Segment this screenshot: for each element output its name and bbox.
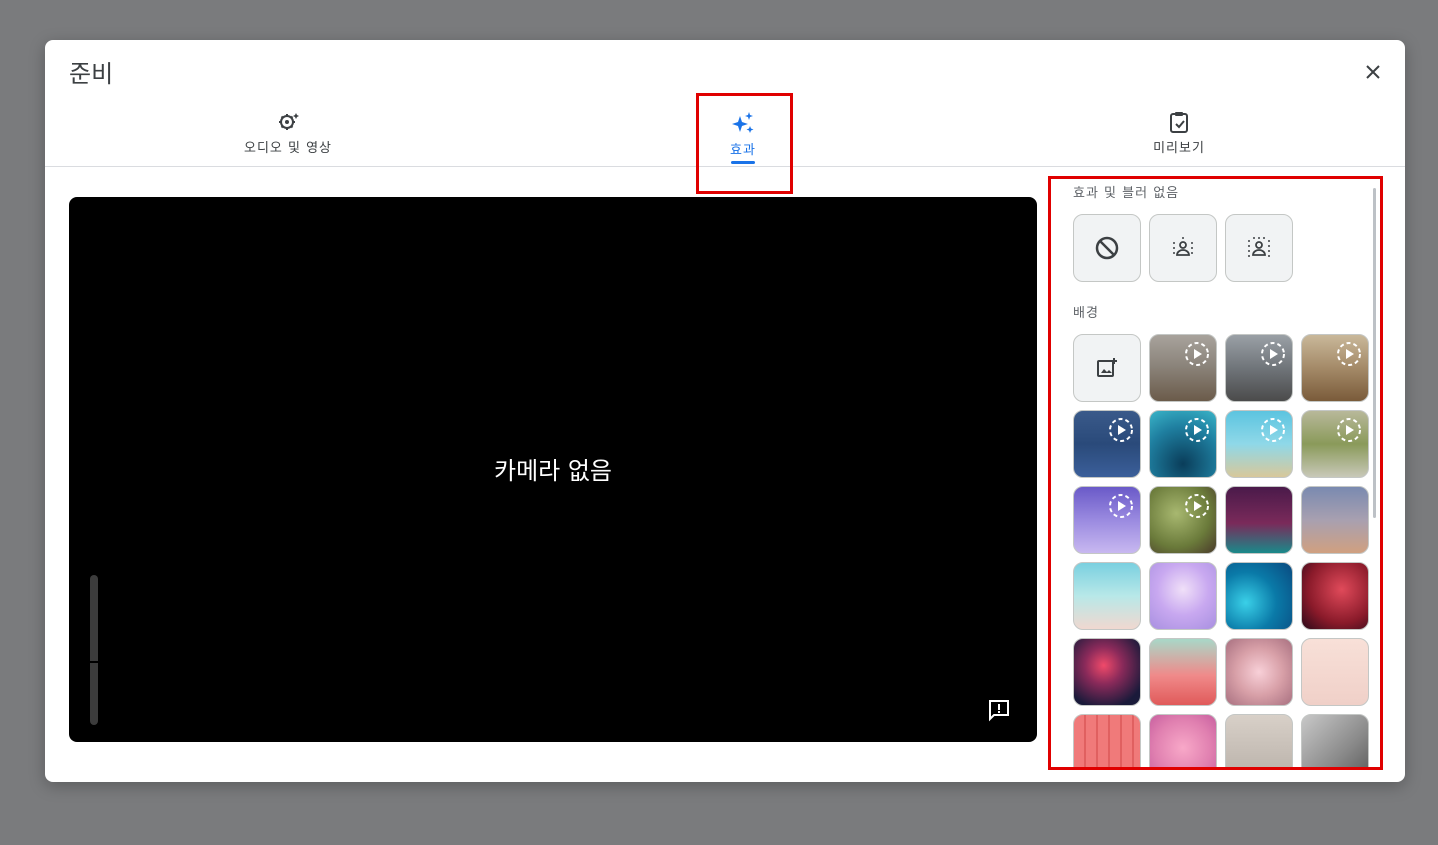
background-tile[interactable]	[1301, 410, 1369, 478]
no-effect-icon	[1095, 236, 1119, 260]
animated-play-icon	[1185, 494, 1209, 518]
background-tile[interactable]	[1301, 334, 1369, 402]
audio-level-meter	[90, 575, 98, 725]
background-tile[interactable]	[1149, 486, 1217, 554]
audio-video-settings-icon	[279, 113, 299, 130]
prepare-dialog: 준비 오디오 및 영상 효과 미리보기 카메라 없음 효과 및 블러 없음 배경	[45, 40, 1405, 782]
animated-play-icon	[1261, 418, 1285, 442]
animated-sparkle-play-icon	[1261, 342, 1285, 366]
dialog-title: 준비	[69, 60, 114, 88]
no-camera-text: 카메라 없음	[493, 457, 613, 485]
background-tile[interactable]	[1301, 638, 1369, 706]
animated-play-icon	[1109, 494, 1133, 518]
tab-audio-video[interactable]: 오디오 및 영상	[138, 100, 438, 166]
feedback-button[interactable]	[987, 698, 1011, 722]
background-tile[interactable]	[1225, 334, 1293, 402]
background-tile[interactable]	[1301, 486, 1369, 554]
animated-play-icon	[1109, 418, 1133, 442]
background-tile[interactable]	[1301, 714, 1369, 768]
animated-play-icon	[1185, 418, 1209, 442]
background-section-label: 배경	[1073, 306, 1099, 321]
active-tab-indicator	[731, 161, 755, 164]
background-tile[interactable]	[1073, 486, 1141, 554]
close-button[interactable]	[1359, 58, 1387, 86]
camera-preview: 카메라 없음	[69, 197, 1037, 742]
add-image-icon	[1097, 358, 1117, 377]
tab-effects[interactable]: 효과	[593, 100, 893, 166]
background-tile[interactable]	[1149, 562, 1217, 630]
animated-sparkle-play-icon	[1185, 342, 1209, 366]
no-effect-section-label: 효과 및 블러 없음	[1073, 186, 1180, 201]
background-tile[interactable]	[1073, 562, 1141, 630]
background-tile[interactable]	[1073, 714, 1141, 768]
tab-audio-video-label: 오디오 및 영상	[243, 141, 333, 156]
effects-panel: 효과 및 블러 없음 배경	[1051, 180, 1381, 768]
background-tile[interactable]	[1301, 562, 1369, 630]
feedback-icon	[989, 700, 1009, 722]
background-tile[interactable]	[1225, 562, 1293, 630]
no-effect-tile[interactable]	[1073, 214, 1141, 282]
animated-play-icon	[1337, 418, 1361, 442]
background-tile[interactable]	[1073, 638, 1141, 706]
upload-background-tile[interactable]	[1073, 334, 1141, 402]
background-tile[interactable]	[1073, 410, 1141, 478]
background-tile[interactable]	[1225, 714, 1293, 768]
tab-bar: 오디오 및 영상 효과 미리보기	[45, 100, 1405, 167]
effects-panel-scrollbar[interactable]	[1373, 188, 1376, 518]
audio-level-tick	[90, 661, 98, 663]
slight-blur-icon	[1173, 237, 1193, 256]
background-tile[interactable]	[1149, 714, 1217, 768]
tab-preview[interactable]: 미리보기	[1029, 100, 1329, 166]
full-blur-icon	[1248, 237, 1270, 257]
background-tile[interactable]	[1149, 410, 1217, 478]
background-tile[interactable]	[1225, 410, 1293, 478]
close-icon	[1366, 65, 1380, 79]
animated-sparkle-play-icon	[1337, 342, 1361, 366]
full-blur-tile[interactable]	[1225, 214, 1293, 282]
tab-preview-label: 미리보기	[1153, 141, 1205, 156]
tab-effects-label: 효과	[730, 143, 756, 158]
background-tile[interactable]	[1149, 334, 1217, 402]
slight-blur-tile[interactable]	[1149, 214, 1217, 282]
background-tile[interactable]	[1225, 638, 1293, 706]
clipboard-check-icon	[1170, 112, 1188, 133]
background-tile[interactable]	[1225, 486, 1293, 554]
background-tile[interactable]	[1149, 638, 1217, 706]
sparkle-icon	[732, 112, 754, 133]
